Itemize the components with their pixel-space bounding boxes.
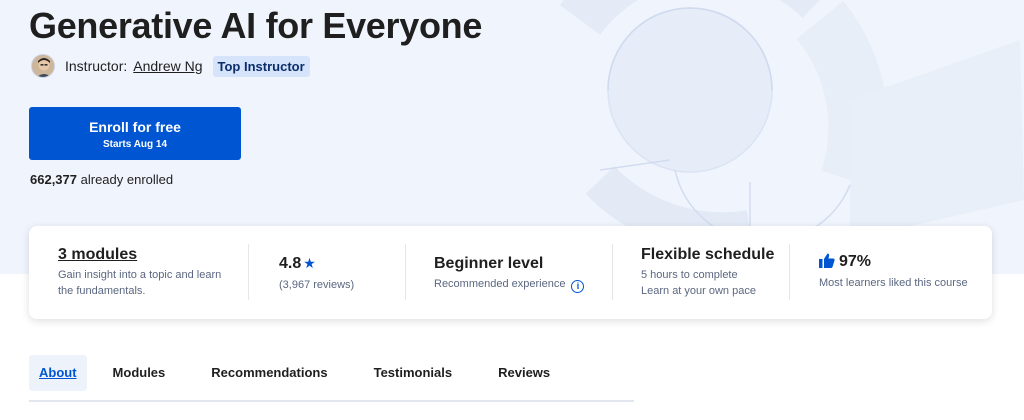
enrolled-count: 662,377: [30, 172, 77, 187]
course-tabs: About Modules Recommendations Testimonia…: [29, 355, 560, 391]
info-icon[interactable]: i: [571, 280, 585, 293]
stat-liked: 97% Most learners liked this course: [819, 226, 989, 319]
thumbs-up-icon: [819, 253, 835, 268]
level-sub: Recommended experience: [434, 278, 566, 290]
level-sub-row: Recommended experience i: [434, 276, 624, 293]
schedule-title: Flexible schedule: [641, 246, 775, 263]
course-title: Generative AI for Everyone: [29, 5, 483, 46]
liked-percent: 97%: [839, 253, 872, 270]
tab-reviews[interactable]: Reviews: [488, 355, 560, 391]
tab-recommendations[interactable]: Recommendations: [201, 355, 337, 391]
tab-testimonials[interactable]: Testimonials: [364, 355, 463, 391]
instructor-label: Instructor:: [65, 58, 128, 74]
rating-row: 4.8 ★: [279, 255, 399, 273]
liked-row: 97%: [819, 253, 989, 271]
star-icon: ★: [303, 255, 316, 271]
enroll-start-date: Starts Aug 14: [102, 139, 168, 150]
stat-level: Beginner level Recommended experience i: [434, 226, 624, 319]
instructor-name-link[interactable]: Andrew Ng: [133, 58, 202, 74]
enroll-button-label: Enroll for free: [89, 119, 181, 135]
tab-modules[interactable]: Modules: [103, 355, 176, 391]
enroll-button[interactable]: Enroll for free Starts Aug 14: [29, 107, 241, 160]
level-title: Beginner level: [434, 255, 544, 272]
modules-desc-line2: the fundamentals.: [58, 285, 146, 297]
liked-sub: Most learners liked this course: [819, 277, 968, 289]
stat-divider: [612, 244, 613, 300]
stat-divider: [248, 244, 249, 300]
rating-reviews-count: (3,967 reviews): [279, 279, 355, 291]
enrolled-suffix: already enrolled: [80, 172, 174, 187]
top-instructor-badge: Top Instructor: [212, 55, 310, 77]
stat-divider: [789, 244, 790, 300]
schedule-duration: 5 hours to complete: [641, 269, 738, 281]
modules-link[interactable]: 3 modules: [58, 246, 248, 264]
modules-desc-line1: Gain insight into a topic and learn: [58, 269, 222, 281]
course-stats-card: 3 modules Gain insight into a topic and …: [29, 226, 992, 319]
schedule-pace: Learn at your own pace: [641, 285, 756, 297]
stat-divider: [405, 244, 406, 300]
enrolled-count-text: 662,377 already enrolled: [30, 172, 173, 187]
stat-schedule: Flexible schedule 5 hours to complete Le…: [641, 226, 801, 319]
tab-about[interactable]: About: [29, 355, 87, 391]
stat-modules: 3 modules Gain insight into a topic and …: [58, 226, 248, 319]
instructor-row: Instructor: Andrew Ng Top Instructor: [31, 53, 310, 79]
rating-value: 4.8: [279, 255, 302, 272]
stat-rating: 4.8 ★ (3,967 reviews): [279, 226, 399, 319]
instructor-avatar[interactable]: [31, 54, 55, 78]
tabs-underline: [29, 400, 634, 402]
